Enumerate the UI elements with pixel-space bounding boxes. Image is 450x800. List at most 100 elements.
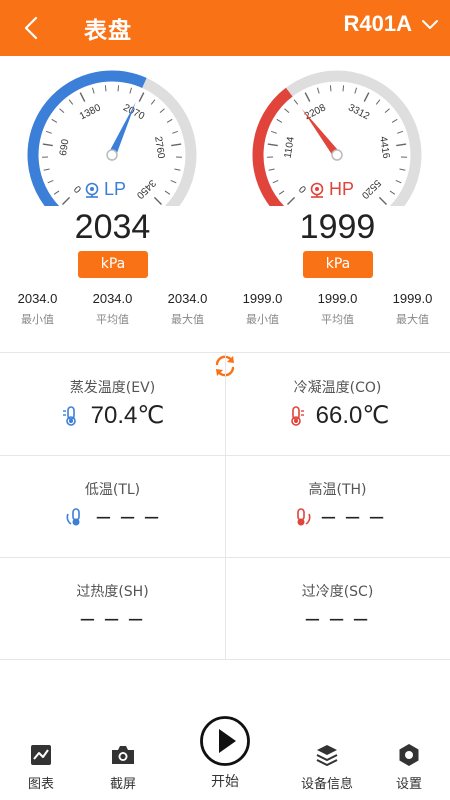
lp-stat-min: 2034.0 最小值 xyxy=(0,291,75,327)
stat-label: 平均值 xyxy=(96,313,129,326)
lp-gauge-progress xyxy=(27,70,147,206)
page-title: 表盘 xyxy=(84,18,132,44)
lp-gauge-tick xyxy=(51,118,58,123)
hp-stat-min: 1999.0 最小值 xyxy=(225,291,300,327)
metric-value-row: – – – xyxy=(0,503,225,531)
stat-value: 1999.0 xyxy=(317,291,358,306)
metric-value-row: – – – xyxy=(225,503,450,531)
lp-gauge-tick xyxy=(171,143,182,147)
refrigerant-select[interactable]: R401A xyxy=(344,11,440,37)
nav-start[interactable]: 开始 xyxy=(185,715,265,791)
metric-label: 高温(TH) xyxy=(308,482,367,498)
lp-gauge-label: LP xyxy=(104,179,126,199)
metric-sc: 过冷度(SC) – – – xyxy=(225,557,450,659)
hp-stats: 1999.0 最小值 1999.0 平均值 1999.0 最大值 xyxy=(225,291,450,327)
pipe-clamp-icon xyxy=(296,508,311,526)
metric-sh: 过热度(SH) – – – xyxy=(0,557,225,659)
hp-gauge-tick xyxy=(389,190,396,195)
hp-stat-avg: 1999.0 平均值 xyxy=(300,291,375,327)
lp-gauge-tick xyxy=(42,143,53,147)
lp-gauge-tick xyxy=(117,85,120,92)
lp-gauge-tick xyxy=(59,108,65,114)
hp-gauge-label: HP xyxy=(329,179,354,199)
metrics-grid: 蒸发温度(EV) 70.4℃ 冷凝温度(CO) 66.0℃ 低温(TL) – –… xyxy=(0,352,450,660)
metric-tl: 低温(TL) – – – xyxy=(0,455,225,557)
stat-label: 最大值 xyxy=(171,313,204,326)
hp-gauge-tick xyxy=(304,92,311,102)
lp-gauge-tick-label: 690 xyxy=(58,138,72,157)
stat-value: 2034.0 xyxy=(167,291,208,306)
hp-unit-button[interactable]: kPa xyxy=(303,251,373,278)
nav-device-info[interactable]: 设备信息 xyxy=(287,743,367,792)
hp-gauge-tick xyxy=(276,118,283,123)
hp-gauge-tick xyxy=(354,87,358,94)
camera-icon xyxy=(112,746,134,764)
chevron-left-icon xyxy=(24,16,38,40)
hp-gauge-tick xyxy=(399,168,406,171)
nav-screenshot[interactable]: 截屏 xyxy=(83,743,163,792)
metric-value-row: – – – xyxy=(0,605,225,633)
lp-gauge-tick xyxy=(129,87,133,94)
lp-stat-max: 2034.0 最大值 xyxy=(150,291,225,327)
lp-gauge-tick xyxy=(45,130,52,134)
nav-settings-label: 设置 xyxy=(395,777,422,792)
pipe-clamp-icon xyxy=(66,508,80,526)
lp-reading: 2034 xyxy=(74,208,151,246)
hp-gauge-tick xyxy=(270,130,277,134)
app-header: 表盘 R401A xyxy=(0,0,450,56)
layers-icon xyxy=(316,745,338,767)
back-button[interactable] xyxy=(16,12,48,44)
metric-value-row: 70.4℃ xyxy=(0,401,225,430)
metric-value: 70.4℃ xyxy=(90,402,165,429)
lp-unit-button[interactable]: kPa xyxy=(78,251,148,278)
metric-th: 高温(TH) – – – xyxy=(225,455,450,557)
lp-gauge-tick xyxy=(172,130,179,134)
hp-gauge-tick xyxy=(375,99,381,105)
hp-gauge-tick-label: 4416 xyxy=(377,136,391,160)
metric-value: – – – xyxy=(305,605,370,632)
lp-gauge: 0 690 1380 2070 2760 3450 LP xyxy=(27,70,197,206)
metric-co: 冷凝温度(CO) 66.0℃ xyxy=(225,353,450,455)
hp-gauge-tick xyxy=(397,130,404,134)
hp-sensor-icon xyxy=(310,182,324,198)
hp-gauge-tick-label: 1104 xyxy=(283,136,297,159)
lp-gauge-tick xyxy=(104,85,107,92)
lp-gauge-tick xyxy=(150,99,156,105)
stat-value: 2034.0 xyxy=(17,291,58,306)
nav-chart[interactable]: 图表 xyxy=(1,743,81,792)
metric-label: 低温(TL) xyxy=(84,482,141,498)
lp-gauge-tick xyxy=(43,168,50,171)
lp-gauge-tick xyxy=(62,196,71,205)
hp-gauge-tick xyxy=(342,85,345,92)
metric-label: 过冷度(SC) xyxy=(301,584,374,600)
lp-gauge-tick-label: 2070 xyxy=(121,102,146,122)
nav-settings[interactable]: 设置 xyxy=(369,743,449,792)
play-icon xyxy=(200,716,250,766)
metric-ev: 蒸发温度(EV) 70.4℃ xyxy=(0,353,225,455)
lp-gauge-tick xyxy=(138,92,145,102)
lp-gauge-tick xyxy=(47,179,54,184)
hp-gauge-tick xyxy=(316,87,320,94)
gauge-section: 0 690 1380 2070 2760 3450 LP 2034 kPa 2034.0 最… xyxy=(0,56,450,377)
hp-gauge-tick xyxy=(378,196,387,205)
lp-gauge-tick xyxy=(164,190,171,195)
nav-chart-label: 图表 xyxy=(27,777,54,792)
stat-value: 1999.0 xyxy=(242,291,283,306)
lp-gauge-tick xyxy=(159,108,165,114)
hp-gauge-tick xyxy=(278,190,285,195)
hp-gauge-tick xyxy=(384,108,390,114)
bottom-nav: 图表 截屏 开始 设备信息 设置 xyxy=(0,715,450,800)
lp-gauge-tick-label: 3450 xyxy=(134,177,158,201)
hp-gauge-panel: 0 1104 2208 3312 4416 5520 HP 1999 kPa 1999.0 … xyxy=(225,56,450,352)
metric-value-row: – – – xyxy=(225,605,450,633)
grid-divider xyxy=(0,659,450,660)
stat-label: 最小值 xyxy=(21,313,54,326)
nav-screenshot-label: 截屏 xyxy=(109,777,136,792)
gear-icon xyxy=(399,744,419,766)
thermometer-icon xyxy=(290,405,304,426)
hp-gauge-tick-label: 5520 xyxy=(359,177,383,201)
lp-gauge-tick-label: 0 xyxy=(72,183,84,195)
lp-gauge-tick xyxy=(174,168,181,171)
hp-gauge-tick-label: 0 xyxy=(297,183,309,195)
stat-label: 最小值 xyxy=(246,313,279,326)
